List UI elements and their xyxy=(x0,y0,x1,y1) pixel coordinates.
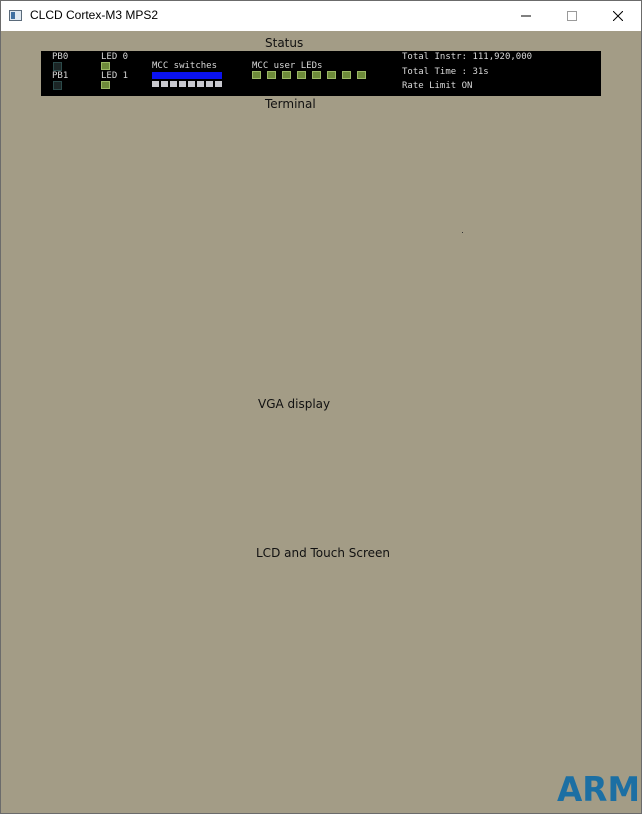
mcc-switch[interactable] xyxy=(215,81,222,87)
close-button[interactable] xyxy=(595,1,641,31)
mcc-user-led xyxy=(297,71,306,79)
mcc-user-led xyxy=(267,71,276,79)
mcc-switches-label: MCC switches xyxy=(152,61,218,71)
vga-display-heading: VGA display xyxy=(258,397,331,411)
arm-logo: ARM xyxy=(557,771,640,803)
pb0-label: PB0 xyxy=(52,52,69,62)
maximize-button[interactable] xyxy=(549,1,595,31)
maximize-icon xyxy=(567,11,577,21)
app-window-icon xyxy=(9,10,22,21)
mcc-switch[interactable] xyxy=(179,81,186,87)
rate-limit-readout: Rate Limit ON xyxy=(402,81,473,91)
mcc-user-led xyxy=(312,71,321,79)
pb1-label: PB1 xyxy=(52,71,69,81)
mcc-switch[interactable] xyxy=(161,81,168,87)
minimize-icon xyxy=(521,15,531,17)
app-window: CLCD Cortex-M3 MPS2 Status PB0 PB1 LED 0… xyxy=(0,0,642,814)
mcc-user-led xyxy=(342,71,351,79)
mcc-switch[interactable] xyxy=(197,81,204,87)
mcc-switch[interactable] xyxy=(170,81,177,87)
led1-indicator xyxy=(101,81,110,89)
mcc-user-led xyxy=(357,71,366,79)
led1-label: LED 1 xyxy=(101,71,129,81)
status-panel: PB0 PB1 LED 0 LED 1 MCC switches MCC use… xyxy=(41,51,601,96)
mcc-user-leds-label: MCC user LEDs xyxy=(252,61,323,71)
mcc-user-led xyxy=(327,71,336,79)
arm-logo-text: ARM xyxy=(557,771,640,803)
mcc-switch[interactable] xyxy=(206,81,213,87)
mcc-switch[interactable] xyxy=(188,81,195,87)
total-time-readout: Total Time : 31s xyxy=(402,67,489,77)
pb0-button[interactable] xyxy=(53,62,62,71)
close-icon xyxy=(613,11,623,21)
led0-indicator xyxy=(101,62,110,70)
mcc-user-led xyxy=(282,71,291,79)
minimize-button[interactable] xyxy=(503,1,549,31)
pb1-button[interactable] xyxy=(53,81,62,90)
led0-label: LED 0 xyxy=(101,52,129,62)
total-instr-readout: Total Instr: 111,920,000 xyxy=(402,52,533,62)
title-bar[interactable]: CLCD Cortex-M3 MPS2 xyxy=(1,1,641,31)
lcd-touchscreen-heading: LCD and Touch Screen xyxy=(256,546,391,560)
status-heading: Status xyxy=(265,36,304,50)
mcc-user-led xyxy=(252,71,261,79)
mcc-switch[interactable] xyxy=(152,81,159,87)
window-title: CLCD Cortex-M3 MPS2 xyxy=(30,8,159,22)
mcc-switches-bar xyxy=(152,72,222,79)
terminal-heading: Terminal xyxy=(265,97,316,111)
cursor-dot xyxy=(462,232,463,233)
